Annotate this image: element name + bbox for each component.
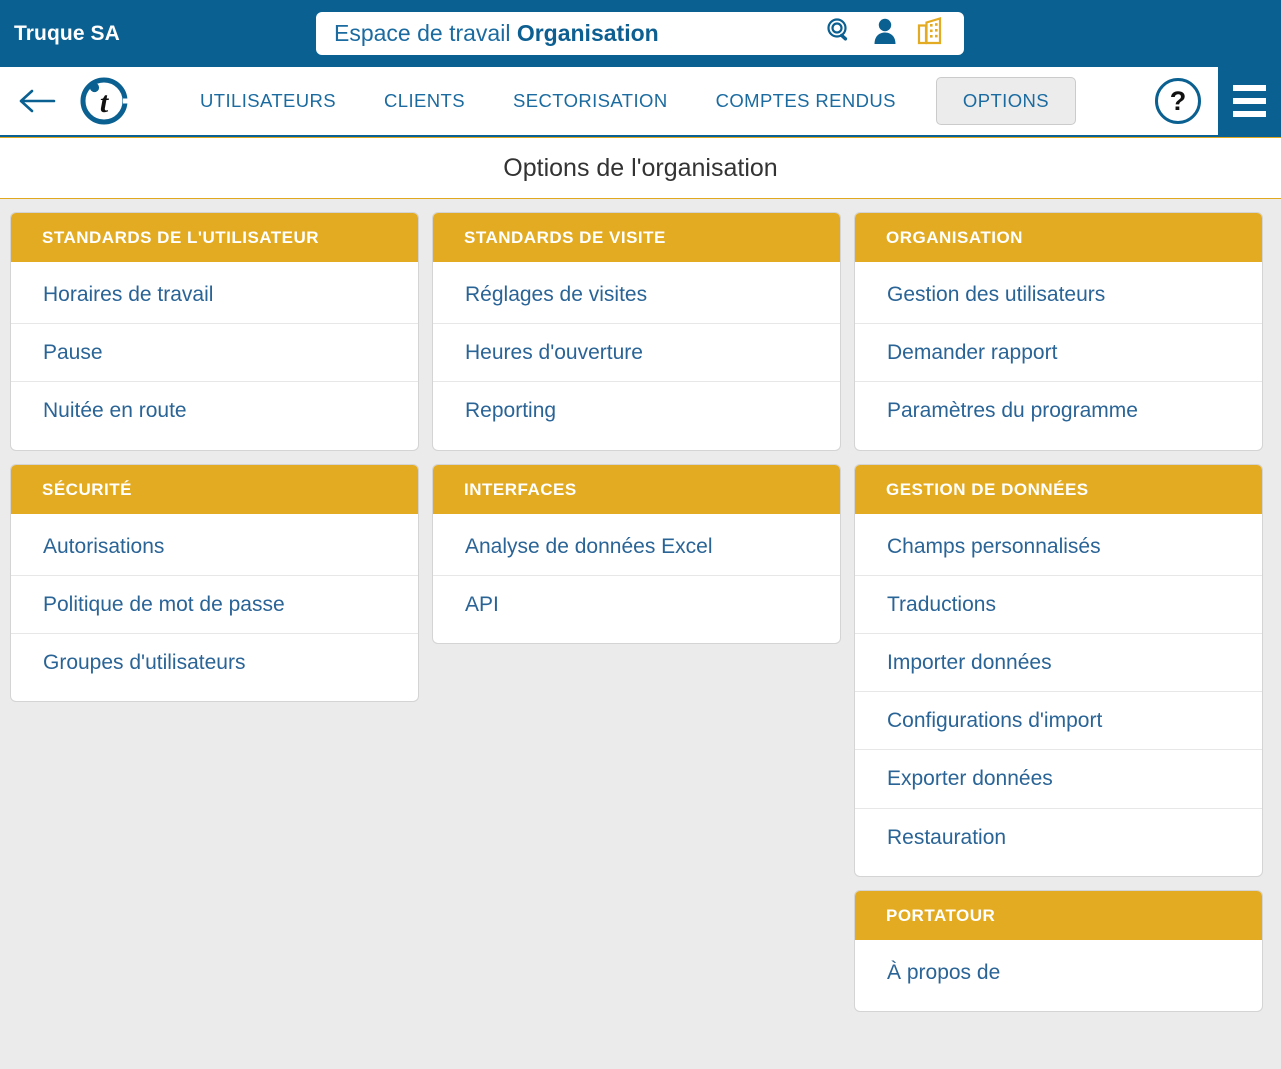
nav-item-comptes-rendus[interactable]: COMPTES RENDUS [692,90,920,112]
option-exporter-donnees[interactable]: Exporter données [855,749,1262,807]
option-gestion-des-utilisateurs[interactable]: Gestion des utilisateurs [855,262,1262,323]
option-heures-d-ouverture[interactable]: Heures d'ouverture [433,323,840,381]
option-api[interactable]: API [433,574,840,633]
card-title: GESTION DE DONNÉES [855,464,1262,514]
option-configurations-d-import[interactable]: Configurations d'import [855,691,1262,749]
card-items: Horaires de travail Pause Nuitée en rout… [11,262,418,450]
nav-item-sectorisation[interactable]: SECTORISATION [489,90,692,112]
option-politique-mot-de-passe[interactable]: Politique de mot de passe [11,574,418,633]
option-reglages-de-visites[interactable]: Réglages de visites [433,262,840,323]
top-bar-icons [824,16,950,51]
card-items: Réglages de visites Heures d'ouverture R… [433,262,840,450]
card-items: Autorisations Politique de mot de passe … [11,514,418,702]
card-interfaces: INTERFACES Analyse de données Excel API [432,463,841,644]
option-autorisations[interactable]: Autorisations [11,514,418,575]
help-button[interactable]: ? [1155,78,1201,124]
card-title: ORGANISATION [855,213,1262,262]
nav-item-options[interactable]: OPTIONS [935,77,1076,125]
nav-item-utilisateurs[interactable]: UTILISATEURS [176,90,360,112]
nav-links: UTILISATEURS CLIENTS SECTORISATION COMPT… [176,77,1076,125]
main-nav-bar: t UTILISATEURS CLIENTS SECTORISATION COM… [0,67,1281,137]
card-standards-utilisateur: STANDARDS DE L'UTILISATEUR Horaires de t… [10,212,419,451]
portatour-logo-icon[interactable]: t [78,75,130,127]
option-restauration[interactable]: Restauration [855,807,1262,866]
top-bar: Truque SA Espace de travail Organisation [0,0,1281,67]
card-items: Analyse de données Excel API [433,514,840,643]
card-organisation: ORGANISATION Gestion des utilisateurs De… [854,212,1263,451]
options-column-3: ORGANISATION Gestion des utilisateurs De… [854,212,1263,1012]
card-items: Gestion des utilisateurs Demander rappor… [855,262,1262,450]
card-title: INTERFACES [433,464,840,514]
option-traductions[interactable]: Traductions [855,574,1262,633]
option-horaires-de-travail[interactable]: Horaires de travail [11,262,418,323]
hamburger-bar [1233,98,1266,104]
option-importer-donnees[interactable]: Importer données [855,632,1262,691]
card-title: STANDARDS DE L'UTILISATEUR [11,213,418,262]
page-title: Options de l'organisation [503,153,778,182]
options-column-2: STANDARDS DE VISITE Réglages de visites … [432,212,841,644]
workspace-name: Organisation [516,20,659,46]
user-icon[interactable] [872,16,898,51]
brand-title: Truque SA [14,21,120,45]
option-groupes-utilisateurs[interactable]: Groupes d'utilisateurs [11,632,418,691]
hamburger-bar [1233,85,1266,91]
page-title-bar: Options de l'organisation [0,137,1281,199]
card-title: SÉCURITÉ [11,464,418,514]
card-securite: SÉCURITÉ Autorisations Politique de mot … [10,463,419,703]
option-pause[interactable]: Pause [11,323,418,381]
card-gestion-de-donnees: GESTION DE DONNÉES Champs personnalisés … [854,463,1263,877]
search-icon[interactable] [824,16,854,51]
options-grid: STANDARDS DE L'UTILISATEUR Horaires de t… [0,199,1281,1069]
hamburger-menu-icon[interactable] [1218,67,1281,135]
option-a-propos-de[interactable]: À propos de [855,940,1262,1001]
option-reporting[interactable]: Reporting [433,381,840,439]
card-title: PORTATOUR [855,890,1262,940]
workspace-prefix: Espace de travail [334,20,517,46]
building-icon[interactable] [916,16,944,51]
card-standards-visite: STANDARDS DE VISITE Réglages de visites … [432,212,841,451]
workspace-label: Espace de travail Organisation [334,22,824,45]
option-nuitee-en-route[interactable]: Nuitée en route [11,381,418,439]
option-analyse-donnees-excel[interactable]: Analyse de données Excel [433,514,840,575]
option-champs-personnalises[interactable]: Champs personnalisés [855,514,1262,575]
card-portatour: PORTATOUR À propos de [854,889,1263,1012]
nav-right-controls: ? [1155,67,1281,135]
option-parametres-du-programme[interactable]: Paramètres du programme [855,381,1262,439]
nav-item-clients[interactable]: CLIENTS [360,90,489,112]
card-items: À propos de [855,940,1262,1011]
option-demander-rapport[interactable]: Demander rapport [855,323,1262,381]
card-items: Champs personnalisés Traductions Importe… [855,514,1262,876]
card-title: STANDARDS DE VISITE [433,213,840,262]
options-column-1: STANDARDS DE L'UTILISATEUR Horaires de t… [10,212,419,703]
workspace-search-box[interactable]: Espace de travail Organisation [316,12,964,55]
hamburger-bar [1233,111,1266,117]
back-arrow-icon[interactable] [16,86,58,116]
